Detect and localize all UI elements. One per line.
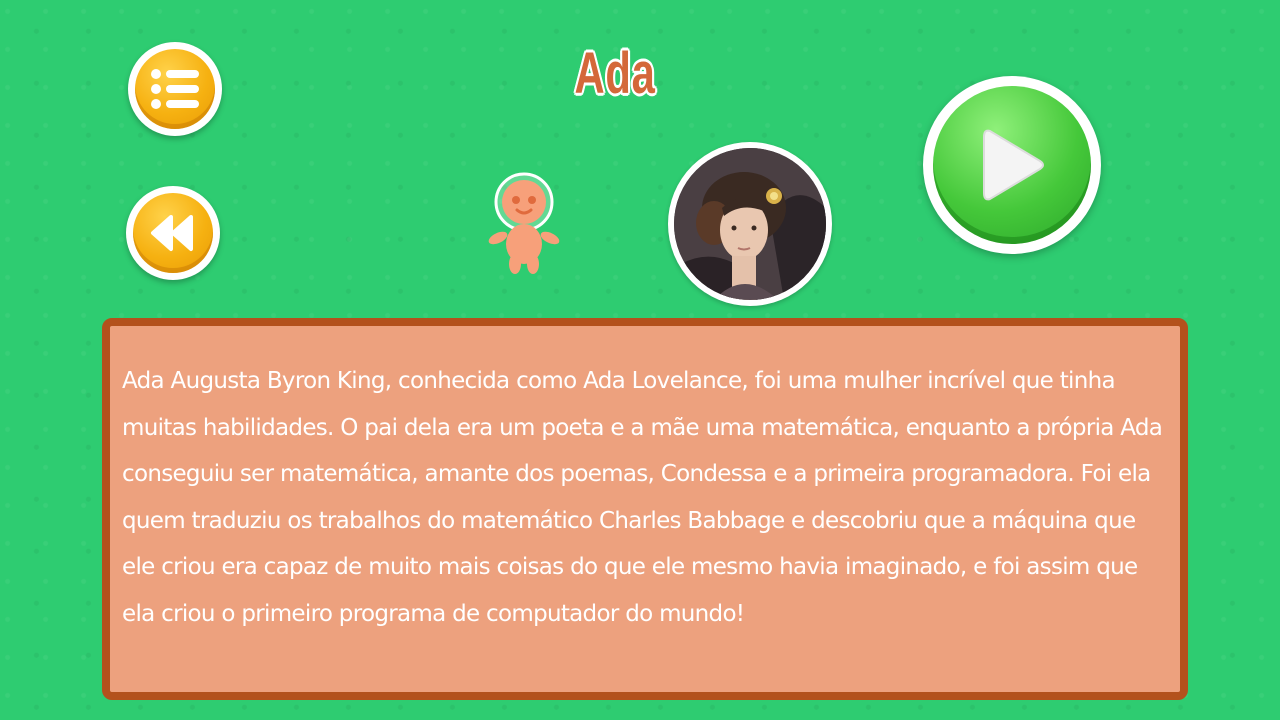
astronaut-mascot-icon bbox=[488, 172, 560, 274]
back-button[interactable] bbox=[126, 186, 220, 280]
play-icon bbox=[983, 129, 1044, 201]
description-panel: Ada Augusta Byron King, conhecida como A… bbox=[102, 318, 1188, 700]
menu-button[interactable] bbox=[128, 42, 222, 136]
rewind-icon bbox=[151, 215, 193, 251]
ada-lovelace-portrait bbox=[668, 142, 832, 306]
list-icon bbox=[151, 69, 199, 109]
play-button[interactable] bbox=[923, 76, 1101, 254]
description-text: Ada Augusta Byron King, conhecida como A… bbox=[122, 368, 1163, 627]
page-title: Ada bbox=[574, 40, 656, 106]
